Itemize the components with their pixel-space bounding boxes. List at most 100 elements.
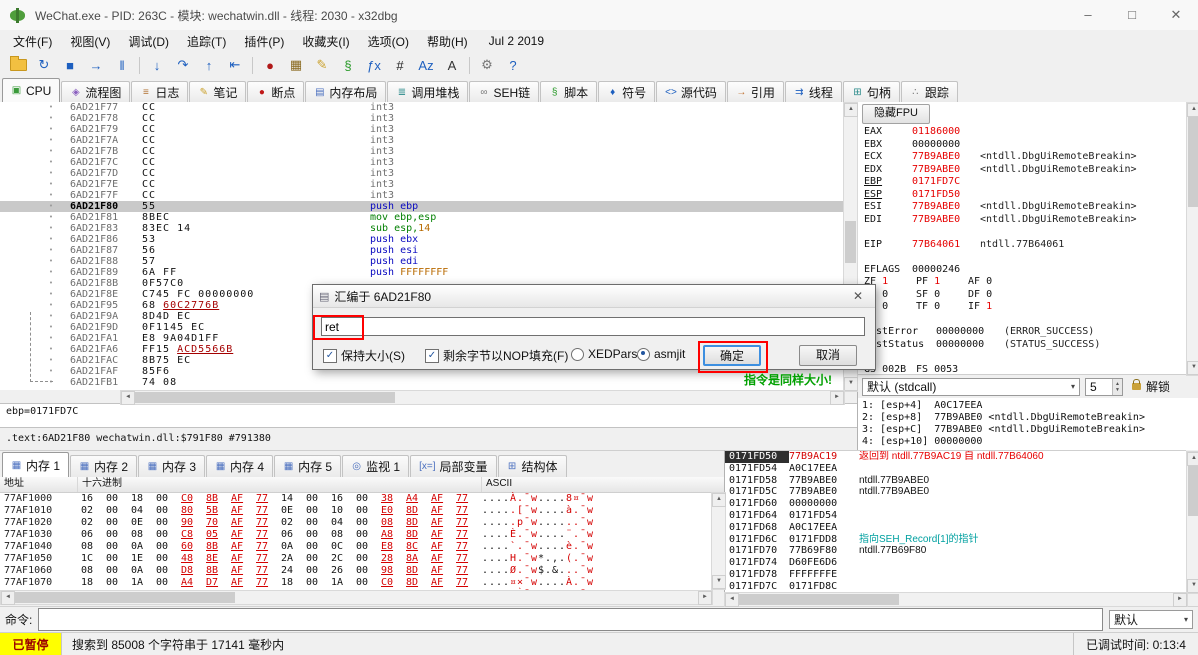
stack-row[interactable]: 0171FD74D60FE6D6: [725, 557, 1186, 569]
tab-seh[interactable]: ∞SEH链: [469, 81, 539, 102]
scroll-thumb[interactable]: [845, 221, 856, 263]
register-row[interactable]: ZF 1PF 1AF 0: [864, 276, 1187, 289]
disasm-row[interactable]: •6AD21F7CCCint3: [0, 157, 843, 168]
stack-row[interactable]: 0171FD6000000000: [725, 498, 1186, 510]
scroll-down-icon[interactable]: ▼: [712, 575, 726, 589]
tab-call-stack[interactable]: ≣调用堆栈: [387, 81, 468, 102]
tab-threads[interactable]: ⇉线程: [785, 81, 842, 102]
pause-icon[interactable]: ‖: [110, 54, 134, 76]
dumptab-memory-4[interactable]: ▦内存 4: [206, 455, 273, 477]
tab-source[interactable]: <>源代码: [656, 81, 726, 102]
arg-count-spinner[interactable]: 5 ▲▼: [1085, 378, 1123, 396]
register-row[interactable]: EAX01186000: [864, 126, 1187, 139]
dumptab-struct[interactable]: ⊞结构体: [498, 455, 567, 477]
register-row[interactable]: OF 0SF 0DF 0: [864, 289, 1187, 302]
maximize-button[interactable]: □: [1110, 0, 1154, 30]
fx-icon[interactable]: ƒx: [362, 54, 386, 76]
tab-notes[interactable]: ✎笔记: [189, 81, 246, 102]
scroll-down-icon[interactable]: ▼: [844, 377, 858, 391]
notes-icon[interactable]: ✎: [310, 54, 334, 76]
nop-fill-checkbox[interactable]: ✓ 剩余字节以NOP填充(F): [425, 347, 568, 364]
scroll-up-icon[interactable]: ▲: [1187, 452, 1198, 466]
tab-references[interactable]: →引用: [727, 81, 784, 102]
scroll-right-icon[interactable]: ►: [698, 591, 712, 605]
disasm-row[interactable]: •6AD21F79CCint3: [0, 124, 843, 135]
dump-row[interactable]: 77AF107018001A00A4D7AF7718001A00C08DAF77…: [0, 577, 724, 589]
register-row[interactable]: EDX77B9ABE0 <ntdll.DbgUiRemoteBreakin>: [864, 164, 1187, 177]
disasm-row[interactable]: •6AD21F8857push edi: [0, 256, 843, 267]
register-row[interactable]: EIP77B64061 ntdll.77B64061: [864, 239, 1187, 252]
scroll-thumb[interactable]: [15, 592, 235, 603]
scroll-thumb[interactable]: [1188, 466, 1198, 516]
argument-row[interactable]: 2: [esp+8] 77B9ABE0 <ntdll.DbgUiRemoteBr…: [858, 412, 1198, 424]
scroll-thumb[interactable]: [739, 594, 899, 605]
dumptab-memory-1[interactable]: ▦内存 1: [2, 452, 69, 477]
command-input[interactable]: [38, 608, 1103, 631]
tab-handles[interactable]: ⊞句柄: [843, 81, 900, 102]
dump-row[interactable]: 77AF102002000E009070AF7702000400088DAF77…: [0, 517, 724, 529]
spin-down-icon[interactable]: ▼: [1115, 387, 1120, 393]
disasm-row[interactable]: •6AD21F7DCCint3: [0, 168, 843, 179]
stack-row[interactable]: 0171FD68A0C17EEA: [725, 522, 1186, 534]
dump-header-address[interactable]: 地址: [0, 477, 78, 492]
dump-hscrollbar[interactable]: ◄ ►: [0, 590, 713, 605]
flag-df[interactable]: DF 0: [968, 289, 1020, 302]
menu-options[interactable]: 选项(O): [359, 33, 418, 50]
stack-row[interactable]: 0171FD78FFFFFFFE: [725, 569, 1186, 581]
menu-debug[interactable]: 调试(D): [119, 33, 178, 50]
stack-row[interactable]: 0171FD7C0171FD8C: [725, 581, 1186, 592]
register-row[interactable]: ESI77B9ABE0 <ntdll.DbgUiRemoteBreakin>: [864, 201, 1187, 214]
unlock-checkbox-label[interactable]: 解锁: [1146, 378, 1170, 395]
hash-icon[interactable]: #: [388, 54, 412, 76]
dumptab-memory-3[interactable]: ▦内存 3: [138, 455, 205, 477]
close-button[interactable]: ✕: [1154, 0, 1198, 30]
stop-icon[interactable]: ■: [58, 54, 82, 76]
step-over-icon[interactable]: ↷: [171, 54, 195, 76]
tab-trace[interactable]: ∴跟踪: [901, 81, 958, 102]
calling-convention-select[interactable]: 默认 (stdcall) ▾: [862, 378, 1080, 396]
menu-plugins[interactable]: 插件(P): [235, 33, 293, 50]
ok-button[interactable]: 确定: [703, 345, 761, 366]
scroll-left-icon[interactable]: ◄: [121, 391, 135, 405]
help-icon[interactable]: ?: [501, 54, 525, 76]
stack-vscrollbar[interactable]: ▲ ▼: [1186, 451, 1198, 594]
dump-row[interactable]: 77AF10501C001E00488EAF772A002C00288AAF77…: [0, 553, 724, 565]
tab-graph[interactable]: ◈流程图: [61, 81, 130, 102]
scroll-right-icon[interactable]: ►: [830, 391, 844, 405]
disasm-row[interactable]: •6AD21F77CCint3: [0, 102, 843, 113]
hide-fpu-button[interactable]: 隐藏FPU: [862, 104, 930, 124]
tab-memory-map[interactable]: ▤内存布局: [305, 81, 386, 102]
breakpoints-icon[interactable]: ●: [258, 54, 282, 76]
flag-fs[interactable]: FS 0053: [916, 364, 968, 375]
scroll-down-icon[interactable]: ▼: [1187, 579, 1198, 593]
registers-vscrollbar[interactable]: ▲ ▼: [1186, 102, 1198, 376]
dumptab-memory-2[interactable]: ▦内存 2: [70, 455, 137, 477]
flag-af[interactable]: AF 0: [968, 276, 1020, 289]
stack-row[interactable]: 0171FD7077B69F80ntdll.77B69F80: [725, 545, 1186, 557]
flag-tf[interactable]: TF 0: [916, 301, 968, 314]
stack-hscrollbar[interactable]: ◄ ►: [724, 592, 1188, 607]
scroll-thumb[interactable]: [1188, 117, 1198, 207]
tab-breakpoints[interactable]: ●断点: [247, 81, 304, 102]
dumptab-memory-5[interactable]: ▦内存 5: [274, 455, 341, 477]
dump-panel[interactable]: 地址 十六进制 ASCII 77AF100016001800C08BAF7714…: [0, 477, 724, 590]
disasm-row[interactable]: •6AD21F818BECmov ebp,esp: [0, 212, 843, 223]
register-row[interactable]: EDI77B9ABE0 <ntdll.DbgUiRemoteBreakin>: [864, 214, 1187, 227]
run-icon[interactable]: →: [84, 54, 108, 76]
step-into-icon[interactable]: ↓: [145, 54, 169, 76]
argument-row[interactable]: 1: [esp+4] A0C17EEA: [858, 400, 1198, 412]
scroll-thumb[interactable]: [135, 392, 395, 403]
register-row[interactable]: ESP0171FD50: [864, 189, 1187, 202]
scroll-left-icon[interactable]: ◄: [1, 591, 15, 605]
az-icon[interactable]: Az: [414, 54, 438, 76]
dump-row[interactable]: 77AF103006000800C805AF7706000800A88DAF77…: [0, 529, 724, 541]
scroll-up-icon[interactable]: ▲: [1187, 103, 1198, 117]
dump-row[interactable]: 77AF100016001800C08BAF771400160038A4AF77…: [0, 493, 724, 505]
dump-header-hex[interactable]: 十六进制: [78, 477, 482, 492]
stack-row[interactable]: 0171FD640171FD54: [725, 510, 1186, 522]
register-row[interactable]: LastStatus00000000 (STATUS_SUCCESS): [864, 339, 1187, 352]
disasm-row[interactable]: •6AD21F7FCCint3: [0, 190, 843, 201]
dump-row[interactable]: 77AF101002000400805BAF770E001000E08DAF77…: [0, 505, 724, 517]
tab-script[interactable]: §脚本: [540, 81, 597, 102]
disasm-row[interactable]: •6AD21F7ECCint3: [0, 179, 843, 190]
